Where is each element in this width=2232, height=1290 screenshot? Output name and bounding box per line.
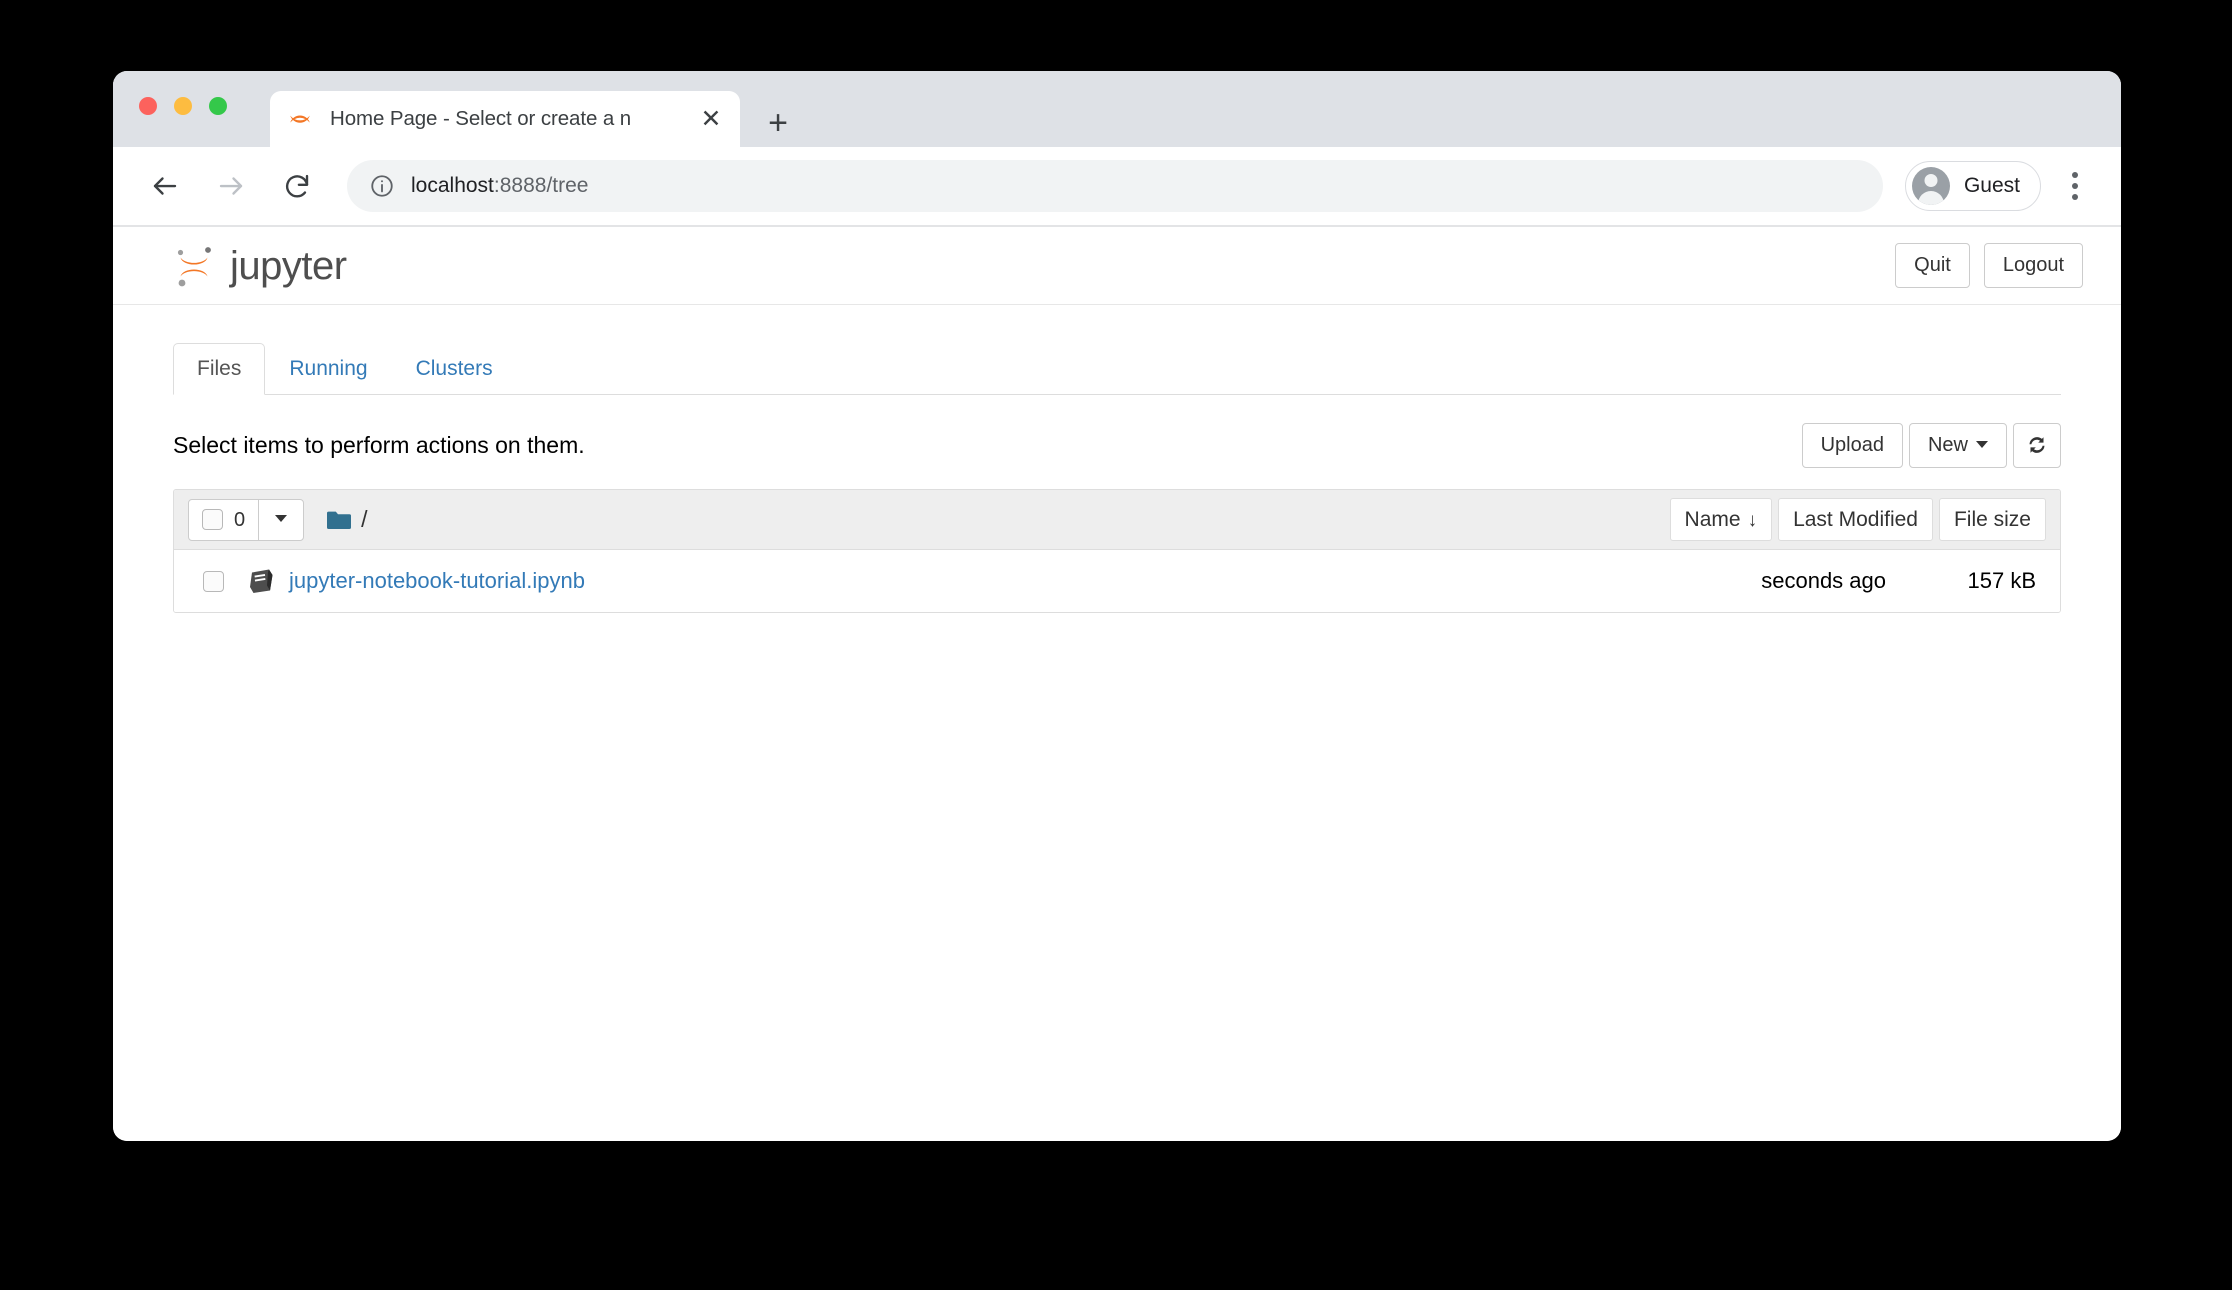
new-tab-button[interactable]: + bbox=[758, 103, 798, 143]
url-path: :8888/tree bbox=[493, 174, 589, 197]
avatar bbox=[1911, 167, 1950, 205]
new-label: New bbox=[1927, 433, 1968, 456]
kebab-dot bbox=[2072, 194, 2078, 200]
select-all-group: 0 bbox=[188, 498, 305, 541]
logout-button[interactable]: Logout bbox=[1983, 243, 2083, 288]
url-host: localhost bbox=[411, 174, 494, 197]
jupyter-header: jupyter Quit Logout bbox=[113, 227, 2121, 305]
browser-tab-title: Home Page - Select or create a n bbox=[330, 107, 632, 130]
forward-button[interactable] bbox=[207, 162, 255, 210]
table-row[interactable]: jupyter-notebook-tutorial.ipynb seconds … bbox=[174, 550, 2060, 612]
jupyter-action-buttons: Upload New bbox=[1801, 422, 2061, 468]
chevron-down-icon bbox=[1976, 440, 1988, 448]
tab-title-fade bbox=[632, 104, 692, 134]
minimize-window-button[interactable] bbox=[174, 97, 192, 115]
back-button[interactable] bbox=[141, 162, 189, 210]
maximize-window-button[interactable] bbox=[209, 97, 227, 115]
profile-name: Guest bbox=[1963, 174, 2020, 197]
kebab-dot bbox=[2072, 183, 2078, 189]
profile-button[interactable]: Guest bbox=[1904, 161, 2041, 211]
refresh-button[interactable] bbox=[2013, 422, 2061, 468]
browser-tab-active[interactable]: Home Page - Select or create a n ✕ bbox=[270, 91, 740, 147]
jupyter-logo-icon bbox=[173, 241, 219, 291]
jupyter-action-bar: Select items to perform actions on them.… bbox=[173, 421, 2061, 469]
jupyter-logo[interactable]: jupyter bbox=[173, 241, 347, 291]
close-window-button[interactable] bbox=[139, 97, 157, 115]
breadcrumb: / bbox=[326, 508, 368, 531]
browser-menu-button[interactable] bbox=[2053, 162, 2097, 210]
reload-button[interactable] bbox=[273, 162, 321, 210]
file-list-header: 0 / Name ↓ Last Modified File size bbox=[174, 490, 2060, 550]
browser-window: Home Page - Select or create a n ✕ + loc… bbox=[113, 71, 2121, 1141]
selection-hint: Select items to perform actions on them. bbox=[173, 431, 585, 458]
chevron-down-icon bbox=[275, 515, 288, 522]
select-all-checkbox[interactable] bbox=[202, 509, 223, 530]
jupyter-favicon-icon bbox=[287, 106, 313, 132]
jupyter-header-buttons: Quit Logout bbox=[1895, 243, 2083, 288]
select-all-dropdown[interactable] bbox=[258, 499, 303, 540]
tab-files[interactable]: Files bbox=[173, 342, 266, 395]
browser-tab-title-wrap: Home Page - Select or create a n bbox=[330, 104, 692, 134]
window-controls bbox=[139, 97, 227, 115]
new-dropdown-button[interactable]: New bbox=[1908, 422, 2007, 468]
file-name-link[interactable]: jupyter-notebook-tutorial.ipynb bbox=[289, 568, 585, 594]
breadcrumb-root[interactable]: / bbox=[361, 508, 367, 531]
selected-count: 0 bbox=[234, 508, 246, 531]
tab-running[interactable]: Running bbox=[265, 343, 391, 395]
sort-by-file-size-button[interactable]: File size bbox=[1938, 498, 2046, 541]
folder-icon bbox=[326, 509, 352, 530]
notebook-icon bbox=[248, 568, 275, 594]
file-modified: seconds ago bbox=[1761, 568, 1886, 593]
site-info-icon[interactable] bbox=[369, 173, 395, 199]
browser-tab-strip: Home Page - Select or create a n ✕ + bbox=[113, 71, 2121, 147]
sort-columns: Name ↓ Last Modified File size bbox=[1669, 498, 2046, 541]
address-bar-url: localhost:8888/tree bbox=[411, 174, 588, 198]
quit-button[interactable]: Quit bbox=[1895, 243, 1970, 288]
jupyter-brand-text: jupyter bbox=[230, 243, 347, 288]
sort-by-name-button[interactable]: Name ↓ bbox=[1669, 498, 1773, 541]
browser-toolbar: localhost:8888/tree Guest bbox=[113, 147, 2121, 227]
sort-arrow-down-icon: ↓ bbox=[1747, 510, 1758, 531]
address-bar[interactable]: localhost:8888/tree bbox=[347, 160, 1883, 212]
select-all-segment[interactable]: 0 bbox=[189, 500, 258, 540]
sort-by-last-modified-button[interactable]: Last Modified bbox=[1778, 498, 1933, 541]
page-content: jupyter Quit Logout Files Running Cluste… bbox=[113, 227, 2121, 1141]
close-tab-button[interactable]: ✕ bbox=[692, 100, 730, 138]
jupyter-body: Files Running Clusters Select items to p… bbox=[113, 305, 2121, 613]
file-size: 157 kB bbox=[1967, 568, 2037, 593]
kebab-dot bbox=[2072, 172, 2078, 178]
tab-clusters[interactable]: Clusters bbox=[392, 343, 517, 395]
column-header-name: Name bbox=[1684, 508, 1741, 531]
file-list: 0 / Name ↓ Last Modified File size jupyt… bbox=[173, 489, 2061, 613]
jupyter-tab-bar: Files Running Clusters bbox=[173, 342, 2061, 395]
row-checkbox[interactable] bbox=[203, 570, 224, 592]
upload-button[interactable]: Upload bbox=[1801, 422, 1903, 468]
